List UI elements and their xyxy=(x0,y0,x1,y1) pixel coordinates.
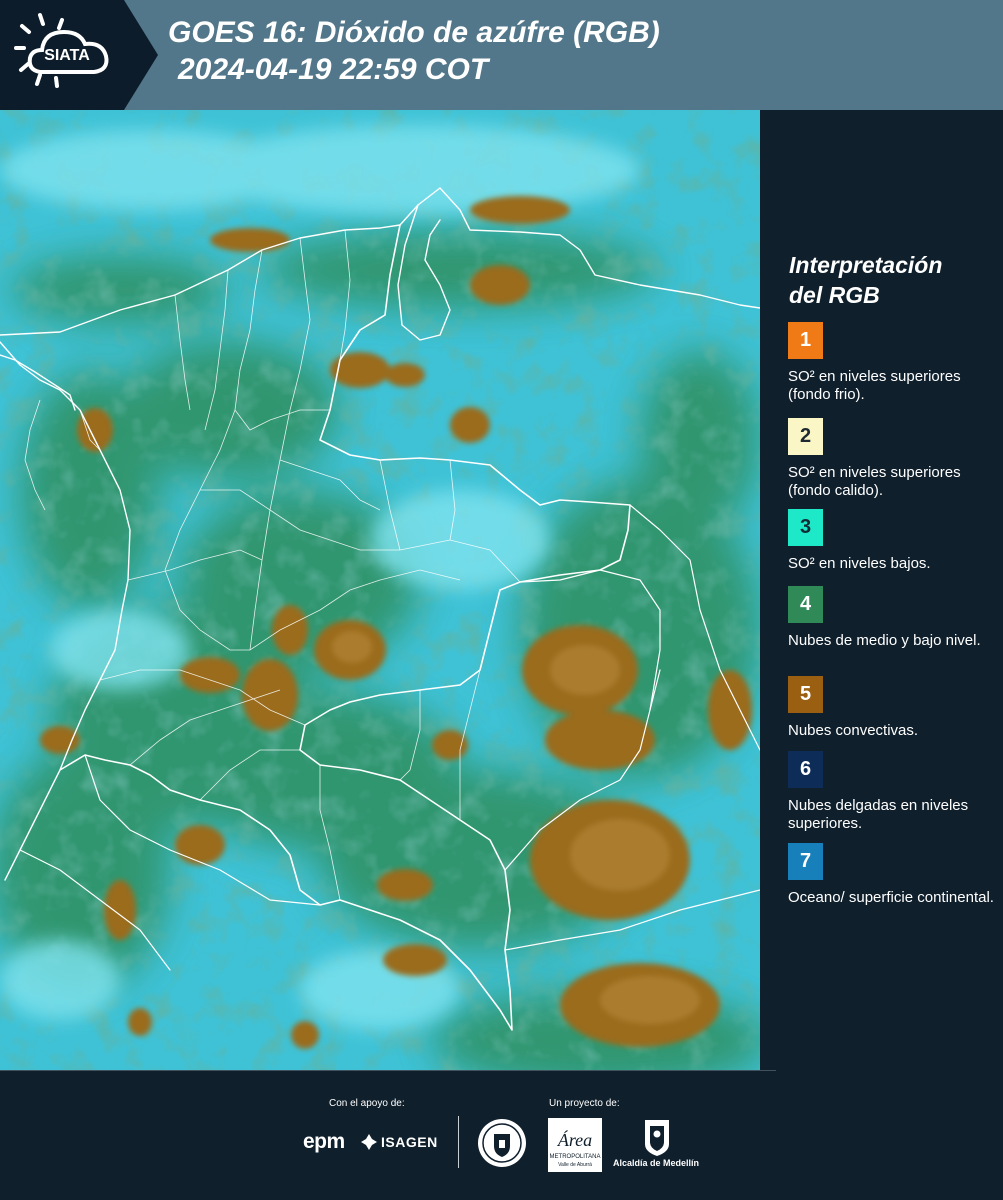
legend-number: 3 xyxy=(799,516,812,538)
legend-swatch: 5 xyxy=(788,676,823,713)
legend-label: SO² en niveles superiores (fondo calido)… xyxy=(788,464,961,499)
isagen-logo[interactable]: ISAGEN xyxy=(360,1132,438,1152)
legend-number: 4 xyxy=(799,593,812,615)
legend-label: Nubes delgadas en niveles superiores. xyxy=(788,797,969,832)
legend-number: 2 xyxy=(799,425,812,447)
legend-item-1: 1 SO² en niveles superiores (fondo frio)… xyxy=(788,322,998,404)
footer-separator xyxy=(0,1070,776,1071)
legend-item-4: 4 Nubes de medio y bajo nivel. xyxy=(788,586,998,650)
legend-label: SO² en niveles superiores (fondo frio). xyxy=(788,368,961,403)
siata-logo-text: SIATA xyxy=(44,47,90,64)
legend-title: Interpretación del RGB xyxy=(789,250,999,310)
siata-logo[interactable]: SIATA xyxy=(10,10,130,100)
university-seal-icon[interactable] xyxy=(477,1118,527,1168)
legend-swatch: 7 xyxy=(788,843,823,880)
legend-title-line2: del RGB xyxy=(789,282,880,308)
legend-number: 7 xyxy=(799,850,812,872)
legend-number: 1 xyxy=(799,329,812,351)
epm-logo[interactable]: epm xyxy=(303,1130,345,1154)
area-metropolitana-logo[interactable]: Área METROPOLITANA Valle de Aburrá xyxy=(548,1118,602,1172)
area-logo-subtext2: Valle de Aburrá xyxy=(558,1162,592,1168)
legend-swatch: 4 xyxy=(788,586,823,623)
legend-item-5: 5 Nubes convectivas. xyxy=(788,676,998,740)
area-logo-text: Área xyxy=(557,1129,592,1150)
legend-title-line1: Interpretación xyxy=(789,252,943,278)
footer: Con el apoyo de: Un proyecto de: epm ISA… xyxy=(0,1070,1003,1200)
legend-item-6: 6 Nubes delgadas en niveles superiores. xyxy=(788,751,998,833)
legend-swatch: 2 xyxy=(788,418,823,455)
map-title: GOES 16: Dióxido de azúfre (RGB) xyxy=(168,16,660,49)
isagen-logo-text: ISAGEN xyxy=(381,1134,438,1150)
satellite-map[interactable] xyxy=(0,110,760,1070)
area-logo-subtext: METROPOLITANA xyxy=(550,1154,601,1160)
legend-number: 6 xyxy=(799,758,812,780)
legend-swatch: 3 xyxy=(788,509,823,546)
legend-swatch: 1 xyxy=(788,322,823,359)
legend-panel: Interpretación del RGB 1 SO² en niveles … xyxy=(760,110,1003,1070)
legend-item-3: 3 SO² en niveles bajos. xyxy=(788,509,998,573)
footer-divider xyxy=(458,1116,459,1168)
logo-panel: SIATA xyxy=(0,0,158,110)
alcaldia-text: Alcaldía de Medellín xyxy=(613,1158,700,1168)
legend-label: Oceano/ superficie continental. xyxy=(788,889,994,906)
map-timestamp: 2024-04-19 22:59 COT xyxy=(178,53,489,86)
legend-item-7: 7 Oceano/ superficie continental. xyxy=(788,843,998,907)
project-label: Un proyecto de: xyxy=(549,1098,620,1109)
legend-swatch: 6 xyxy=(788,751,823,788)
legend-label: SO² en niveles bajos. xyxy=(788,555,931,572)
header-bar: SIATA GOES 16: Dióxido de azúfre (RGB) 2… xyxy=(0,0,1003,110)
legend-label: Nubes de medio y bajo nivel. xyxy=(788,632,981,649)
satellite-image xyxy=(0,110,760,1070)
isagen-icon xyxy=(361,1134,377,1150)
legend-label: Nubes convectivas. xyxy=(788,722,919,739)
support-label: Con el apoyo de: xyxy=(329,1098,405,1109)
legend-item-2: 2 SO² en niveles superiores (fondo calid… xyxy=(788,418,998,500)
legend-number: 5 xyxy=(799,683,812,705)
